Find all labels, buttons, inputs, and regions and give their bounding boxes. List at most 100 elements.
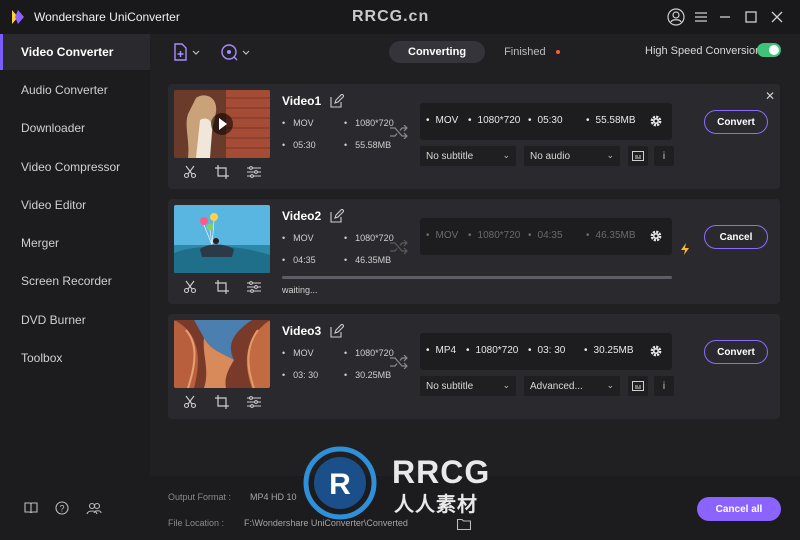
tab-label: Finished [504,46,546,58]
thumbnail-tools [174,162,270,182]
community-icon[interactable] [86,500,102,516]
folder-icon[interactable] [457,518,471,530]
convert-button[interactable]: Convert [704,340,768,364]
add-media-icon[interactable] [220,42,252,62]
sidebar-item-dvd-burner[interactable]: DVD Burner [0,302,150,338]
subtitle-editor-icon[interactable] [628,376,648,396]
sidebar-item-toolbox[interactable]: Toolbox [0,340,150,376]
button-label: Cancel [719,231,753,243]
video-thumbnail[interactable] [174,90,270,158]
gear-icon[interactable] [649,114,663,128]
effects-icon[interactable] [246,279,262,295]
info-icon[interactable]: i [654,146,674,166]
audio-select[interactable]: Advanced... ⌄ [524,376,620,396]
trim-icon[interactable] [182,279,198,295]
sidebar: Video Converter Audio Converter Download… [0,34,150,540]
crop-icon[interactable] [214,279,230,295]
chevron-down-icon: ⌄ [502,380,510,390]
sidebar-item-label: Audio Converter [21,83,108,97]
subtitle-editor-icon[interactable] [628,146,648,166]
output-format-label: Output Format : [168,492,232,502]
add-file-icon[interactable] [172,42,202,62]
sidebar-item-label: Screen Recorder [21,274,112,288]
convert-arrow-icon [390,240,408,254]
output-format-select[interactable]: MP4 HD 10 [250,492,297,502]
output-format: MP4 [426,345,457,356]
edit-name-icon[interactable] [330,324,344,338]
button-label: Convert [717,346,755,358]
output-size: 46.35MB [586,230,636,241]
subtitle-value: No subtitle [426,150,474,162]
notification-dot [555,50,560,54]
sidebar-item-merger[interactable]: Merger [0,225,150,261]
user-icon[interactable] [665,6,687,28]
video-card: Video1 MOV 1080*720 05:30 55.58MB MOV 10… [168,84,780,189]
menu-icon[interactable] [690,6,712,28]
source-resolution: 1080*720 [344,233,394,243]
subtitle-select[interactable]: No subtitle ⌄ [420,146,516,166]
source-size: 46.35MB [344,255,391,265]
cancel-all-button[interactable]: Cancel all [697,497,781,521]
crop-icon[interactable] [214,394,230,410]
convert-button[interactable]: Convert [704,110,768,134]
output-format: MOV [426,230,459,241]
output-size: 55.58MB [586,115,636,126]
output-resolution: 1080*720 [466,345,519,356]
info-icon[interactable]: i [654,376,674,396]
high-speed-label: High Speed Conversion [645,45,762,57]
source-format: MOV [282,348,314,358]
high-speed-toggle[interactable] [757,43,781,57]
subtitle-select[interactable]: No subtitle ⌄ [420,376,516,396]
audio-select[interactable]: No audio ⌄ [524,146,620,166]
edit-name-icon[interactable] [330,209,344,223]
output-resolution: 1080*720 [468,115,521,126]
source-size: 30.25MB [344,370,391,380]
watermark-text: RRCG [392,454,491,490]
sidebar-item-audio-converter[interactable]: Audio Converter [0,72,150,108]
tab-finished[interactable]: Finished [485,41,579,63]
source-resolution: 1080*720 [344,118,394,128]
output-duration: 05:30 [528,115,563,126]
edit-name-icon[interactable] [330,94,344,108]
maximize-icon[interactable] [740,6,762,28]
output-settings-box[interactable]: MOV 1080*720 04:35 46.35MB [420,218,672,255]
source-duration: 03: 30 [282,370,318,380]
sidebar-item-screen-recorder[interactable]: Screen Recorder [0,263,150,299]
sidebar-item-video-converter[interactable]: Video Converter [0,34,150,70]
effects-icon[interactable] [246,164,262,180]
sidebar-item-video-editor[interactable]: Video Editor [0,187,150,223]
tab-converting[interactable]: Converting [389,41,486,63]
video-thumbnail[interactable] [174,205,270,273]
remove-video-icon[interactable]: ✕ [764,89,776,103]
sidebar-item-label: Toolbox [21,351,63,365]
help-icon[interactable]: ? [54,500,70,516]
close-icon[interactable] [766,6,788,28]
book-icon[interactable] [23,500,39,516]
sidebar-item-video-compressor[interactable]: Video Compressor [0,149,150,185]
sidebar-item-downloader[interactable]: Downloader [0,110,150,146]
app-logo-icon [12,10,24,24]
effects-icon[interactable] [246,394,262,410]
gear-icon[interactable] [649,229,663,243]
trim-icon[interactable] [182,164,198,180]
output-settings-box[interactable]: MP4 1080*720 03: 30 30.25MB [420,333,672,370]
gear-icon[interactable] [649,344,663,358]
thumbnail-tools [174,392,270,412]
sidebar-item-label: DVD Burner [21,313,86,327]
status-tabs: Converting Finished [389,41,579,63]
file-location-label: File Location : [168,518,225,528]
source-resolution: 1080*720 [344,348,394,358]
watermark-logo-icon: R [303,446,377,520]
trim-icon[interactable] [182,394,198,410]
output-settings-box[interactable]: MOV 1080*720 05:30 55.58MB [420,103,672,140]
conversion-progress-bar [282,276,672,279]
audio-value: Advanced... [530,380,583,392]
convert-arrow-icon [390,125,408,139]
video-thumbnail[interactable] [174,320,270,388]
sidebar-item-label: Video Compressor [21,160,121,174]
minimize-icon[interactable] [714,6,736,28]
cancel-button[interactable]: Cancel [704,225,768,249]
crop-icon[interactable] [214,164,230,180]
subtitle-value: No subtitle [426,380,474,392]
chevron-down-icon: ⌄ [502,150,510,160]
